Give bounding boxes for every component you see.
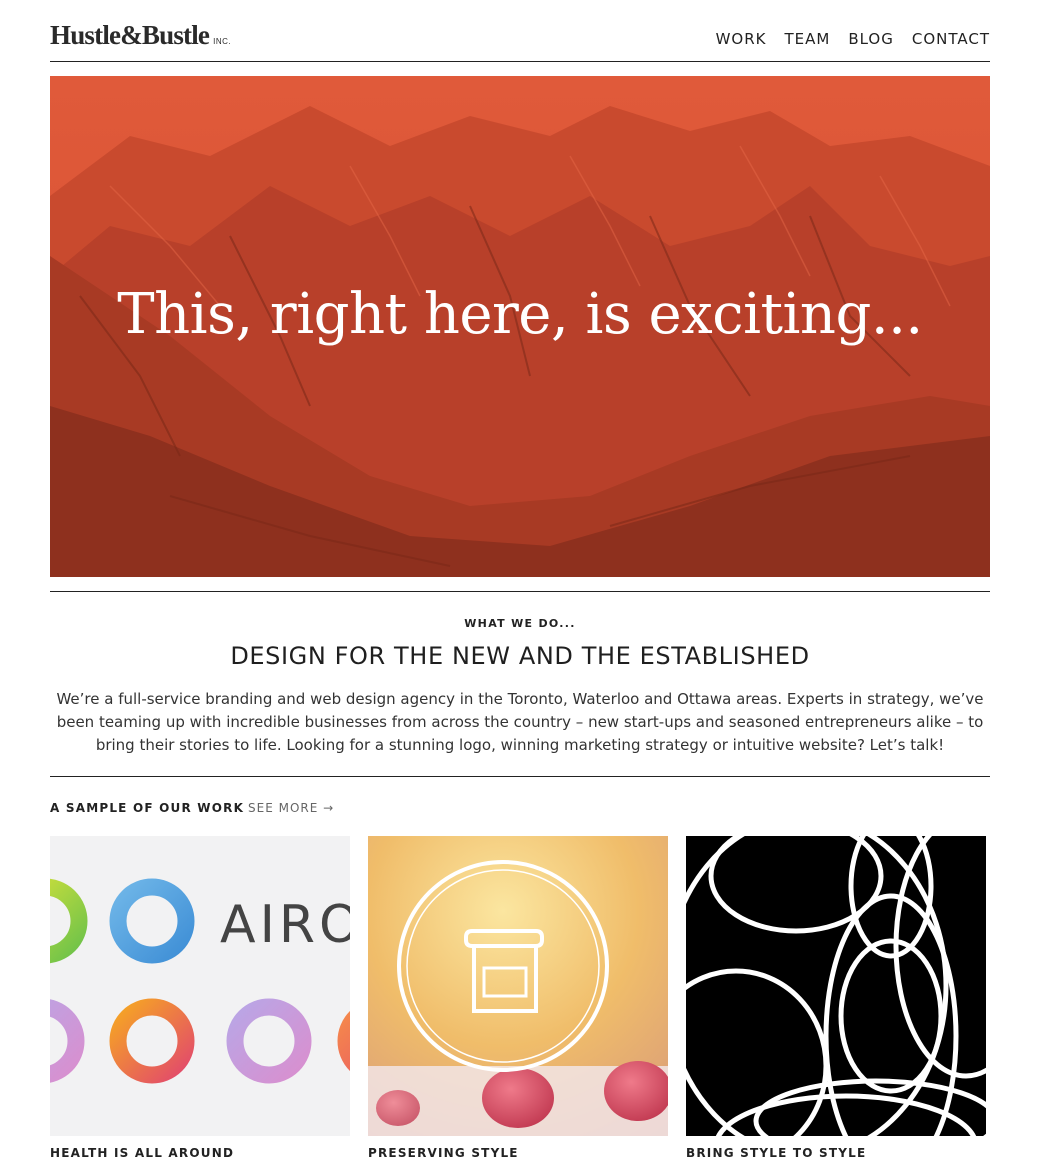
work-card-bring-style[interactable] xyxy=(686,836,986,1136)
intro-paragraph: We’re a full-service branding and web de… xyxy=(56,690,984,754)
hero-headline: This, right here, is exciting... xyxy=(117,282,923,347)
main-nav: WORK TEAM BLOG CONTACT xyxy=(716,30,990,48)
work-card-preserving[interactable] xyxy=(368,836,668,1136)
section-eyebrow: WHAT WE DO... xyxy=(464,617,576,630)
divider-bottom xyxy=(50,776,990,777)
logo-suffix: INC. xyxy=(213,37,232,46)
preserving-style-artwork xyxy=(368,836,668,1136)
work-caption-preserving[interactable]: PRESERVING STYLE xyxy=(368,1146,519,1160)
swirl-pattern-artwork xyxy=(686,836,986,1136)
nav-link-work[interactable]: WORK xyxy=(716,30,767,48)
logo[interactable]: Hustle&Bustle INC. xyxy=(50,20,231,51)
airo-wordmark: AIRO xyxy=(220,895,350,955)
nav-link-team[interactable]: TEAM xyxy=(784,30,830,48)
nav-link-blog[interactable]: BLOG xyxy=(848,30,894,48)
nav-link-contact[interactable]: CONTACT xyxy=(912,30,990,48)
section-headline: DESIGN FOR THE NEW AND THE ESTABLISHED xyxy=(230,642,810,670)
airo-logo-artwork: AIRO xyxy=(50,836,350,1136)
divider-top xyxy=(50,591,990,592)
see-more-link[interactable]: SEE MORE → xyxy=(248,801,334,815)
work-section-title: A SAMPLE OF OUR WORK xyxy=(50,801,245,815)
hero-banner: This, right here, is exciting... xyxy=(50,76,990,577)
site-header: Hustle&Bustle INC. WORK TEAM BLOG CONTACT xyxy=(50,18,990,62)
logo-wordmark: Hustle&Bustle xyxy=(50,20,210,50)
work-card-health[interactable]: AIRO xyxy=(50,836,350,1136)
work-caption-bring-style[interactable]: BRING STYLE TO STYLE xyxy=(686,1146,866,1160)
work-caption-health[interactable]: HEALTH IS ALL AROUND xyxy=(50,1146,234,1160)
